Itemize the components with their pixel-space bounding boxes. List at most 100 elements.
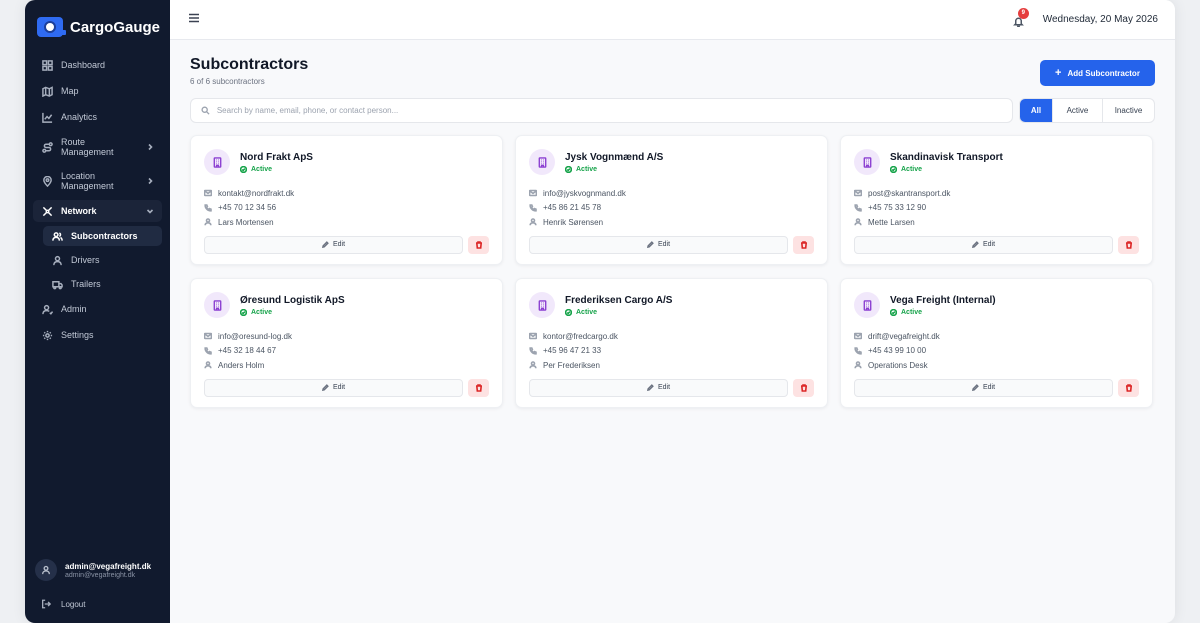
- menu-toggle-button[interactable]: [188, 11, 200, 29]
- chevron-right-icon: [146, 177, 154, 185]
- delete-button[interactable]: [468, 235, 489, 254]
- email-value: info@oresund-log.dk: [218, 331, 292, 341]
- search-box: [190, 98, 1013, 123]
- edit-button[interactable]: Edit: [529, 378, 788, 397]
- phone-icon: [854, 346, 862, 355]
- filter-active-button[interactable]: Active: [1052, 99, 1102, 122]
- subcontractor-name: Skandinavisk Transport: [890, 151, 1003, 163]
- subcontractor-card: Vega Freight (Internal) Active drift@veg…: [840, 278, 1153, 408]
- route-icon: [41, 141, 53, 153]
- email-row: info@oresund-log.dk: [204, 329, 489, 344]
- status-badge: Active: [890, 308, 996, 316]
- sidebar-item-drivers[interactable]: Drivers: [43, 250, 162, 270]
- sidebar-item-analytics[interactable]: Analytics: [33, 106, 162, 128]
- email-row: info@jyskvognmand.dk: [529, 186, 814, 201]
- sidebar-item-subcontractors[interactable]: Subcontractors: [43, 226, 162, 246]
- delete-button[interactable]: [793, 378, 814, 397]
- status-label: Active: [576, 165, 598, 173]
- avatar: [35, 559, 57, 581]
- sidebar-item-label: Location Management: [61, 171, 114, 191]
- search-input[interactable]: [216, 106, 1002, 115]
- sidebar-item-route-management[interactable]: Route Management: [33, 132, 162, 162]
- phone-value: +45 70 12 34 56: [218, 203, 277, 213]
- delete-button[interactable]: [793, 235, 814, 254]
- sidebar-item-label: Dashboard: [61, 60, 106, 70]
- check-circle-icon: [240, 165, 247, 173]
- email-row: post@skantransport.dk: [854, 186, 1139, 201]
- subcontractor-grid: Nord Frakt ApS Active kontakt@nordfrakt.…: [190, 135, 1155, 408]
- app-window: CargoGauge Dashboard Map Analytics Route…: [25, 0, 1175, 623]
- status-badge: Active: [240, 308, 345, 316]
- main-area: 9 Wednesday, 20 May 2026 Subcontractors …: [170, 0, 1175, 623]
- current-date: Wednesday, 20 May 2026: [1042, 14, 1158, 25]
- edit-button[interactable]: Edit: [854, 378, 1113, 397]
- delete-button[interactable]: [1118, 378, 1139, 397]
- trash-icon: [800, 383, 807, 392]
- user-icon: [854, 218, 862, 226]
- status-badge: Active: [240, 165, 313, 173]
- user-name: admin@vegafreight.dk: [65, 561, 152, 571]
- topbar: 9 Wednesday, 20 May 2026: [170, 0, 1175, 40]
- gear-icon: [41, 329, 53, 341]
- sidebar-item-settings[interactable]: Settings: [33, 324, 162, 346]
- delete-button[interactable]: [1118, 235, 1139, 254]
- trash-icon: [1125, 383, 1132, 392]
- mail-icon: [854, 189, 862, 197]
- phone-row: +45 32 18 44 67: [204, 344, 489, 359]
- sidebar-item-dashboard[interactable]: Dashboard: [33, 54, 162, 76]
- phone-icon: [529, 346, 537, 355]
- edit-button[interactable]: Edit: [204, 235, 463, 254]
- page-content: Subcontractors 6 of 6 subcontractors + A…: [170, 40, 1175, 408]
- phone-value: +45 43 99 10 00: [868, 346, 927, 356]
- phone-value: +45 86 21 45 78: [543, 203, 602, 213]
- mail-icon: [204, 189, 212, 197]
- logout-button[interactable]: Logout: [41, 599, 85, 609]
- contact-row: Mette Larsen: [854, 215, 1139, 230]
- brand[interactable]: CargoGauge: [25, 0, 170, 44]
- sidebar: CargoGauge Dashboard Map Analytics Route…: [25, 0, 170, 623]
- subcontractor-name: Nord Frakt ApS: [240, 151, 313, 163]
- status-label: Active: [251, 165, 273, 173]
- subcontractor-name: Frederiksen Cargo A/S: [565, 294, 673, 306]
- status-label: Active: [576, 308, 598, 316]
- mail-icon: [854, 332, 862, 340]
- user-profile[interactable]: admin@vegafreight.dk admin@vegafreight.d…: [35, 559, 151, 581]
- status-label: Active: [901, 308, 923, 316]
- page-subtitle: 6 of 6 subcontractors: [190, 77, 265, 86]
- user-icon: [204, 361, 212, 369]
- filter-inactive-button[interactable]: Inactive: [1102, 99, 1154, 122]
- pencil-icon: [971, 384, 979, 391]
- trash-icon: [475, 383, 482, 392]
- user-icon: [42, 565, 50, 575]
- subcontractor-name: Jysk Vognmænd A/S: [565, 151, 664, 163]
- edit-button[interactable]: Edit: [854, 235, 1113, 254]
- subcontractor-card: Jysk Vognmænd A/S Active info@jyskvognma…: [515, 135, 828, 265]
- pencil-icon: [971, 241, 979, 248]
- notification-badge: 9: [1017, 7, 1029, 19]
- subcontractor-name: Vega Freight (Internal): [890, 294, 996, 306]
- sidebar-item-admin[interactable]: Admin: [33, 298, 162, 320]
- sidebar-item-network[interactable]: Network: [33, 200, 162, 222]
- phone-icon: [529, 203, 537, 212]
- contact-value: Henrik Sørensen: [543, 217, 604, 227]
- sidebar-item-map[interactable]: Map: [33, 80, 162, 102]
- phone-row: +45 86 21 45 78: [529, 201, 814, 216]
- delete-button[interactable]: [468, 378, 489, 397]
- subcontractor-name: Øresund Logistik ApS: [240, 294, 345, 306]
- add-subcontractor-button[interactable]: + Add Subcontractor: [1040, 60, 1155, 86]
- edit-label: Edit: [657, 241, 671, 248]
- edit-button[interactable]: Edit: [204, 378, 463, 397]
- sidebar-item-location-management[interactable]: Location Management: [33, 166, 162, 196]
- contact-value: Mette Larsen: [868, 217, 915, 227]
- filter-all-button[interactable]: All: [1020, 99, 1052, 122]
- subcontractor-card: Skandinavisk Transport Active post@skant…: [840, 135, 1153, 265]
- sidebar-nav: Dashboard Map Analytics Route Management…: [25, 44, 170, 346]
- phone-row: +45 96 47 21 33: [529, 344, 814, 359]
- building-icon: [854, 149, 880, 175]
- sidebar-item-trailers[interactable]: Trailers: [43, 274, 162, 294]
- truck-icon: [51, 278, 63, 290]
- email-value: kontakt@nordfrakt.dk: [218, 188, 295, 198]
- edit-button[interactable]: Edit: [529, 235, 788, 254]
- plus-icon: +: [1055, 67, 1062, 79]
- notifications-button[interactable]: 9: [1012, 7, 1029, 27]
